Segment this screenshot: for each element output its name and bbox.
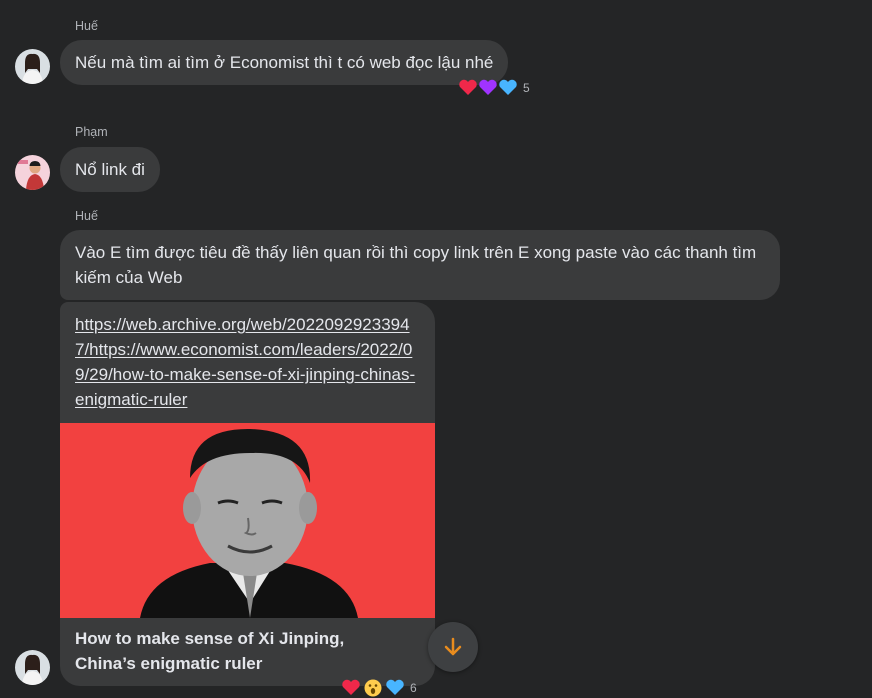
blue-heart-icon [386,679,404,695]
sender-name: Huế [75,19,98,33]
link-preview-card[interactable]: https://web.archive.org/web/202209292339… [60,302,435,686]
message-text: Nếu mà tìm ai tìm ở Economist thì t có w… [75,53,494,72]
arrow-down-icon [444,637,462,656]
reaction-count: 6 [410,681,417,695]
message-bubble[interactable]: Vào E tìm được tiêu đề thấy liên quan rồ… [60,230,780,300]
avatar-hue[interactable] [15,650,50,685]
shared-link[interactable]: https://web.archive.org/web/202209292339… [75,315,415,409]
reaction-count: 5 [523,81,530,95]
avatar-pham[interactable] [15,155,50,190]
message-text: Vào E tìm được tiêu đề thấy liên quan rồ… [75,243,757,287]
red-heart-icon [459,79,477,95]
article-title: China’s enigmatic ruler [75,654,263,673]
sender-name: Huế [75,209,98,223]
article-title: How to make sense of Xi Jinping, [75,629,345,648]
reaction-summary[interactable]: 6 [341,678,417,698]
purple-heart-icon [479,79,497,95]
reaction-summary[interactable]: 5 [458,78,530,98]
article-thumbnail[interactable] [60,423,435,618]
sender-name: Phạm [75,125,108,139]
blue-heart-icon [499,79,517,95]
message-text: Nổ link đi [75,160,145,179]
message-bubble[interactable]: Nổ link đi [60,147,160,192]
avatar-hue[interactable] [15,49,50,84]
portrait-image [60,423,435,618]
message-bubble[interactable]: Nếu mà tìm ai tìm ở Economist thì t có w… [60,40,509,85]
red-heart-icon [342,679,360,695]
surprised-face-icon [364,679,382,697]
scroll-to-bottom-button[interactable] [428,622,478,672]
